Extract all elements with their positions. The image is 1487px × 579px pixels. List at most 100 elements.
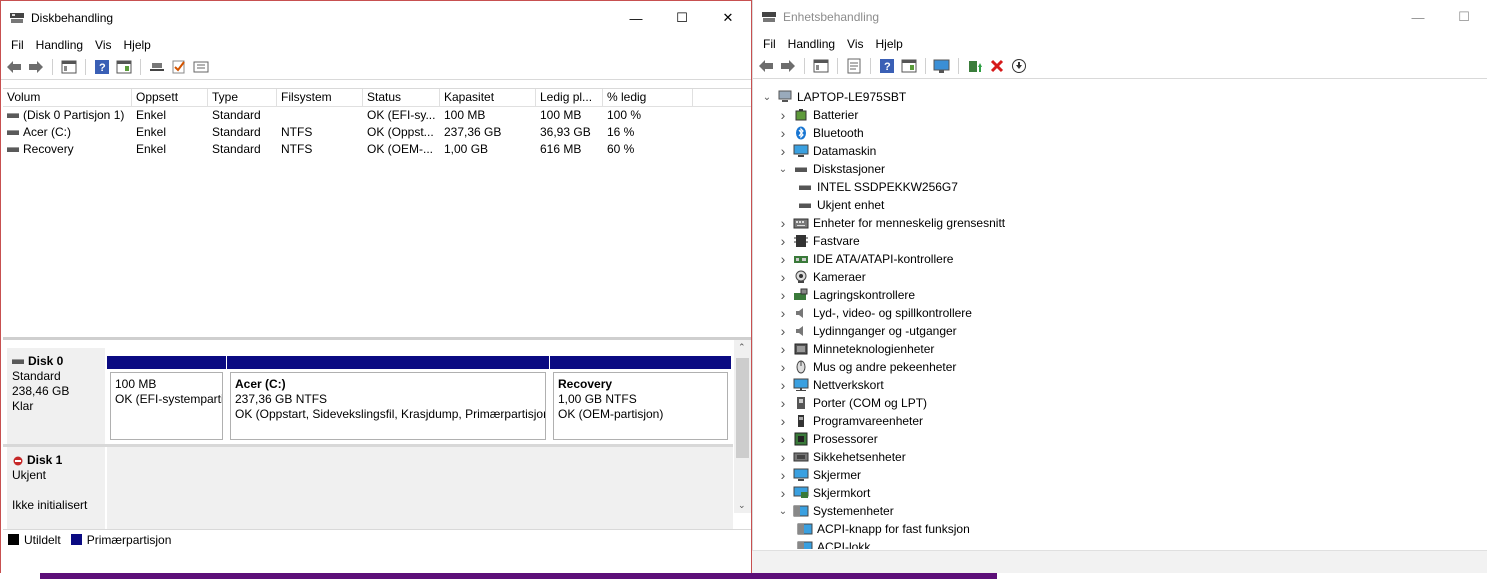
column-header-layout[interactable]: Oppsett (132, 89, 208, 106)
partition-acer-c[interactable]: Acer (C:) 237,36 GB NTFS OK (Oppstart, S… (227, 356, 549, 442)
tree-node[interactable]: ⌄ Diskstasjoner (755, 160, 1486, 178)
console-tree-icon[interactable] (812, 57, 830, 75)
chevron-right-icon[interactable]: › (777, 233, 789, 249)
menu-action[interactable]: Handling (782, 37, 841, 51)
menu-help[interactable]: Hjelp (870, 37, 909, 51)
partition-recovery[interactable]: Recovery 1,00 GB NTFS OK (OEM-partisjon) (550, 356, 731, 442)
tree-node[interactable]: › Kameraer (755, 268, 1486, 286)
chevron-right-icon[interactable]: › (777, 395, 789, 411)
tree-node[interactable]: › Nettverkskort (755, 376, 1486, 394)
scroll-down-icon[interactable]: ⌄ (738, 500, 746, 511)
chevron-right-icon[interactable]: › (777, 143, 789, 159)
forward-arrow-icon[interactable] (779, 57, 797, 75)
maximize-button[interactable]: ☐ (659, 1, 705, 35)
close-button[interactable]: ✕ (705, 1, 751, 35)
table-row[interactable]: Acer (C:) Enkel Standard NTFS OK (Oppst.… (3, 124, 751, 141)
tree-node[interactable]: › Porter (COM og LPT) (755, 394, 1486, 412)
tree-node[interactable]: › Lagringskontrollere (755, 286, 1486, 304)
menu-help[interactable]: Hjelp (118, 38, 157, 52)
column-header-free-space[interactable]: Ledig pl... (536, 89, 603, 106)
tree-node[interactable]: › IDE ATA/ATAPI-kontrollere (755, 250, 1486, 268)
tree-node[interactable]: › Datamaskin (755, 142, 1486, 160)
vertical-scrollbar[interactable]: ⌃ ⌄ (734, 340, 751, 513)
chevron-right-icon[interactable]: › (777, 305, 789, 321)
tree-node[interactable]: › Mus og andre pekeenheter (755, 358, 1486, 376)
tree-node[interactable]: › Skjermer (755, 466, 1486, 484)
title-bar[interactable]: Enhetsbehandling — ☐ (753, 0, 1487, 34)
update-driver-icon[interactable] (966, 57, 984, 75)
chevron-right-icon[interactable]: › (777, 431, 789, 447)
column-header-type[interactable]: Type (208, 89, 277, 106)
column-header-filesystem[interactable]: Filsystem (277, 89, 363, 106)
chevron-right-icon[interactable]: › (777, 215, 789, 231)
tree-node[interactable]: › Sikkehetsenheter (755, 448, 1486, 466)
chevron-right-icon[interactable]: › (777, 485, 789, 501)
chevron-right-icon[interactable]: › (777, 341, 789, 357)
disk-0-info[interactable]: Disk 0 Standard 238,46 GB Klar (7, 348, 105, 444)
help-icon[interactable]: ? (93, 58, 111, 76)
menu-view[interactable]: Vis (841, 37, 869, 51)
title-bar[interactable]: Diskbehandling — ☐ ✕ (1, 1, 751, 35)
tree-node[interactable]: › Programvareenheter (755, 412, 1486, 430)
tree-node[interactable]: ⌄ Systemenheter (755, 502, 1486, 520)
list-view-icon[interactable] (192, 58, 210, 76)
scan-hardware-icon[interactable] (933, 57, 951, 75)
tree-node[interactable]: › Fastvare (755, 232, 1486, 250)
menu-action[interactable]: Handling (30, 38, 89, 52)
console-tree-icon[interactable] (60, 58, 78, 76)
chevron-right-icon[interactable]: › (777, 287, 789, 303)
tree-node[interactable]: ACPI-knapp for fast funksjon (755, 520, 1486, 538)
scroll-up-icon[interactable]: ⌃ (738, 342, 746, 353)
uninstall-icon[interactable] (988, 57, 1006, 75)
chevron-down-icon[interactable]: ⌄ (777, 505, 789, 517)
tree-node[interactable]: › Batterier (755, 106, 1486, 124)
tree-node[interactable]: ACPI-lokk (755, 538, 1486, 549)
chevron-right-icon[interactable]: › (777, 377, 789, 393)
tree-node[interactable]: › Bluetooth (755, 124, 1486, 142)
maximize-button[interactable]: ☐ (1441, 0, 1487, 34)
tree-node[interactable]: › Lyd-, video- og spillkontrollere (755, 304, 1486, 322)
column-header-volume[interactable]: Volum (3, 89, 132, 106)
chevron-right-icon[interactable]: › (777, 125, 789, 141)
column-header-percent-free[interactable]: % ledig (603, 89, 693, 106)
chevron-right-icon[interactable]: › (777, 467, 789, 483)
tree-node[interactable]: › Minneteknologienheter (755, 340, 1486, 358)
back-arrow-icon[interactable] (5, 58, 23, 76)
table-row[interactable]: Recovery Enkel Standard NTFS OK (OEM-...… (3, 141, 751, 158)
scrollbar-thumb[interactable] (736, 358, 749, 458)
chevron-right-icon[interactable]: › (777, 269, 789, 285)
tree-node[interactable]: › Lydinnganger og -utganger (755, 322, 1486, 340)
chevron-down-icon[interactable]: ⌄ (777, 163, 789, 175)
forward-arrow-icon[interactable] (27, 58, 45, 76)
table-row[interactable]: (Disk 0 Partisjon 1) Enkel Standard OK (… (3, 107, 751, 124)
chevron-right-icon[interactable]: › (777, 323, 789, 339)
chevron-right-icon[interactable]: › (777, 107, 789, 123)
tree-node[interactable]: › Skjermkort (755, 484, 1486, 502)
chevron-right-icon[interactable]: › (777, 251, 789, 267)
properties-pane-icon[interactable] (900, 57, 918, 75)
chevron-right-icon[interactable]: › (777, 413, 789, 429)
chevron-down-icon[interactable]: ⌄ (761, 91, 773, 103)
tree-node[interactable]: › Enheter for menneskelig grensesnitt (755, 214, 1486, 232)
menu-file[interactable]: Fil (5, 38, 30, 52)
disk-1-info[interactable]: Disk 1 Ukjent Ikke initialisert (7, 447, 105, 530)
back-arrow-icon[interactable] (757, 57, 775, 75)
column-header-capacity[interactable]: Kapasitet (440, 89, 536, 106)
chevron-right-icon[interactable]: › (777, 359, 789, 375)
tree-node[interactable]: › Prosessorer (755, 430, 1486, 448)
column-header-status[interactable]: Status (363, 89, 440, 106)
tree-root[interactable]: ⌄ LAPTOP-LE975SBT (755, 88, 1486, 106)
tree-node[interactable]: Ukjent enhet (755, 196, 1486, 214)
minimize-button[interactable]: — (613, 1, 659, 35)
tree-node[interactable]: INTEL SSDPEKKW256G7 (755, 178, 1486, 196)
properties-icon[interactable] (845, 57, 863, 75)
download-icon[interactable] (1010, 57, 1028, 75)
menu-file[interactable]: Fil (757, 37, 782, 51)
connect-icon[interactable] (148, 58, 166, 76)
properties-pane-icon[interactable] (115, 58, 133, 76)
help-icon[interactable]: ? (878, 57, 896, 75)
minimize-button[interactable]: — (1395, 0, 1441, 34)
check-icon[interactable] (170, 58, 188, 76)
chevron-right-icon[interactable]: › (777, 449, 789, 465)
menu-view[interactable]: Vis (89, 38, 117, 52)
